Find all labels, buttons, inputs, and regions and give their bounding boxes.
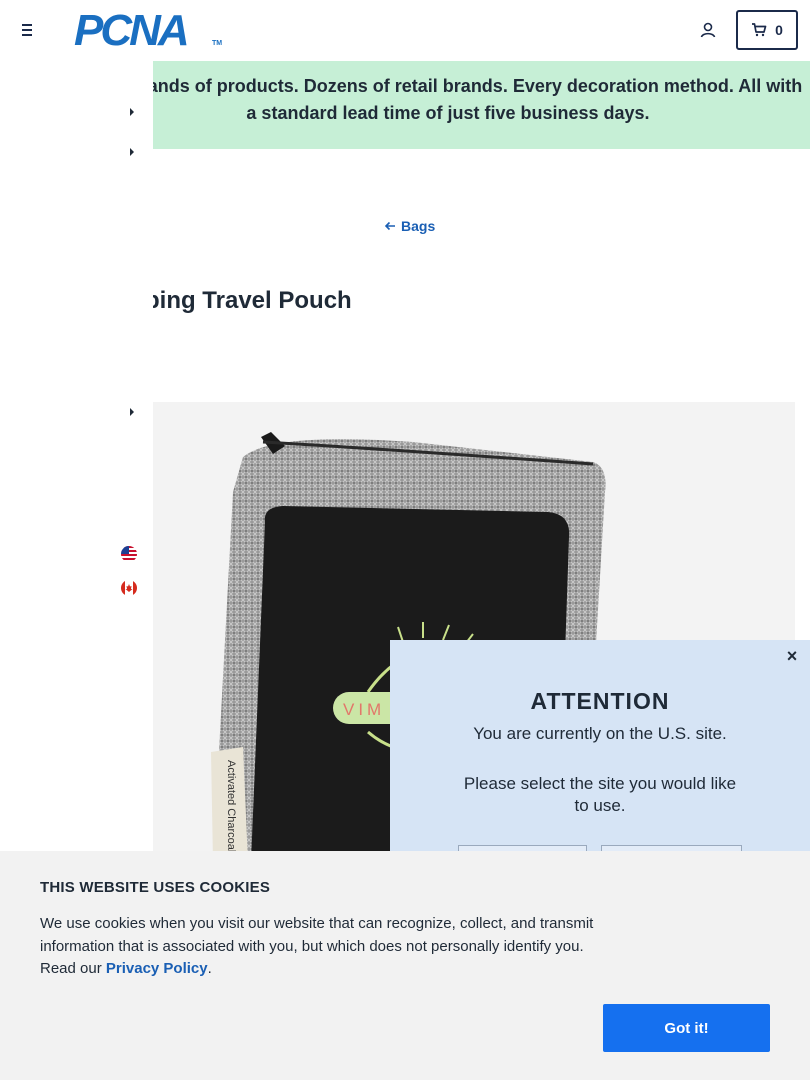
cookie-text-end: .: [207, 960, 212, 977]
image-tag-text: Activated Charcoal Air Purifier: [225, 760, 237, 862]
arrow-left-icon: [384, 221, 395, 231]
breadcrumb-back-link[interactable]: Bags: [384, 218, 435, 234]
user-icon[interactable]: [698, 20, 718, 40]
shopping-cart-icon: [752, 23, 767, 37]
pcna-logo[interactable]: PCNA TM: [74, 6, 224, 55]
product-title-container: Shopping Travel Pouch: [153, 282, 553, 322]
close-icon[interactable]: ×: [782, 646, 802, 666]
product-title: Shopping Travel Pouch: [153, 287, 352, 314]
cookie-banner-text: We use cookies when you visit our websit…: [40, 913, 610, 981]
modal-current-site-text: You are currently on the U.S. site.: [473, 724, 727, 743]
canada-flag-icon[interactable]: [121, 580, 137, 596]
modal-title: ATTENTION: [530, 688, 670, 714]
cart-button[interactable]: 0: [736, 10, 798, 50]
us-flag-icon[interactable]: [121, 546, 137, 562]
caret-right-icon[interactable]: [128, 147, 136, 157]
accept-cookies-button[interactable]: Got it!: [603, 1004, 770, 1052]
site-header: PCNA TM 0: [0, 0, 810, 61]
breadcrumb-label: Bags: [401, 218, 436, 234]
site-selection-modal: × ATTENTION You are currently on the U.S…: [390, 640, 810, 880]
privacy-policy-link[interactable]: Privacy Policy: [106, 960, 208, 977]
hamburger-menu-icon[interactable]: [18, 21, 38, 39]
cookie-banner-title: THIS WEBSITE USES COOKIES: [40, 879, 271, 896]
modal-instruction-text: Please select the site you would like to…: [463, 774, 737, 815]
announcement-text: Thousands of products. Dozens of retail …: [153, 76, 803, 123]
announcement-bar: Thousands of products. Dozens of retail …: [153, 61, 810, 149]
cart-count: 0: [775, 22, 783, 38]
caret-right-icon[interactable]: [128, 107, 136, 117]
caret-right-icon[interactable]: [128, 407, 136, 417]
cookie-banner: THIS WEBSITE USES COOKIES We use cookies…: [0, 851, 810, 1080]
